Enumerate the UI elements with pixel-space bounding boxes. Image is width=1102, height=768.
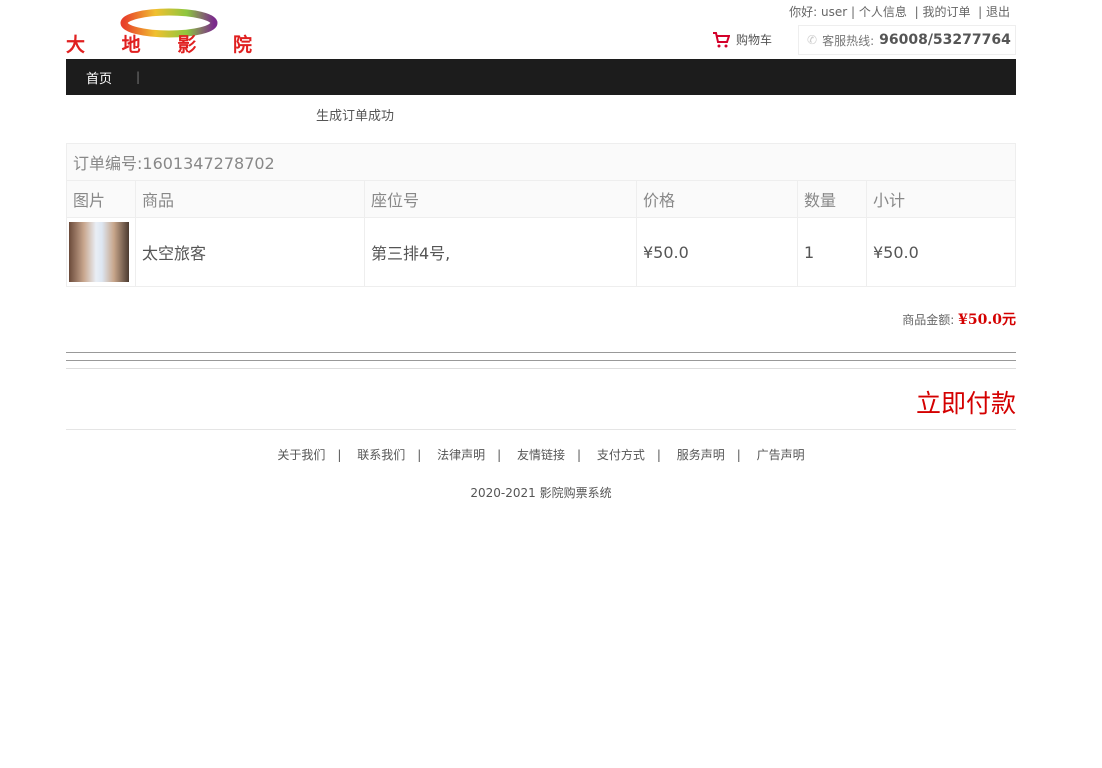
col-quantity: 数量 [797, 180, 867, 218]
total-value: ¥50.0元 [958, 312, 1016, 328]
col-image: 图片 [66, 180, 136, 218]
nav-separator: | [136, 70, 141, 84]
seat: 第三排4号, [364, 217, 637, 287]
cart-label: 购物车 [736, 33, 773, 47]
my-orders-link[interactable]: 我的订单 [922, 5, 970, 19]
order-table: 订单编号:1601347278702 图片 商品 座位号 价格 数量 小计 太空… [66, 143, 1016, 287]
col-seat: 座位号 [364, 180, 637, 218]
footer-links: 关于我们 | 联系我们 | 法律声明 | 友情链接 | 支付方式 | 服务声明 | 广告声明 [0, 446, 1082, 463]
table-row: 太空旅客 第三排4号, ¥50.0 1 ¥50.0 [66, 217, 1016, 287]
col-product: 商品 [135, 180, 365, 218]
movie-poster[interactable] [69, 222, 129, 282]
footer-link-about[interactable]: 关于我们 [277, 448, 325, 462]
divider [66, 360, 1016, 361]
separator: | [577, 448, 582, 462]
col-subtotal: 小计 [866, 180, 1016, 218]
order-number: 订单编号:1601347278702 [66, 143, 1016, 181]
footer-link-friends[interactable]: 友情链接 [517, 448, 565, 462]
logout-link[interactable]: 退出 [986, 5, 1010, 19]
footer-link-legal[interactable]: 法律声明 [437, 448, 485, 462]
profile-link[interactable]: 个人信息 [859, 5, 907, 19]
divider [66, 368, 1016, 369]
cart-icon [713, 31, 730, 47]
footer-link-service[interactable]: 服务声明 [677, 448, 725, 462]
separator: | [417, 448, 422, 462]
price: ¥50.0 [636, 217, 798, 287]
total-label: 商品金额: [902, 313, 955, 327]
hotline-number: 96008/53277764 [879, 32, 1011, 48]
username-link[interactable]: user [821, 5, 847, 19]
separator: | [978, 5, 983, 19]
footer-link-ads[interactable]: 广告声明 [757, 448, 805, 462]
main-nav: 首页 | [66, 59, 1016, 95]
quantity: 1 [797, 217, 867, 287]
footer-link-payment[interactable]: 支付方式 [597, 448, 645, 462]
separator: | [914, 5, 919, 19]
logo[interactable]: 大地影院 [66, 8, 254, 54]
divider [66, 352, 1016, 353]
subtotal: ¥50.0 [866, 217, 1016, 287]
hotline-label: 客服热线: [822, 33, 875, 48]
separator: | [736, 448, 741, 462]
success-message: 生成订单成功 [316, 109, 395, 124]
product-name: 太空旅客 [135, 217, 365, 287]
pay-now-button[interactable]: 立即付款 [916, 384, 1016, 420]
separator: | [337, 448, 342, 462]
top-user-bar: 你好: user | 个人信息 | 我的订单 | 退出 [789, 3, 1010, 20]
divider [66, 429, 1016, 430]
cart-link[interactable]: 购物车 [712, 31, 772, 48]
phone-icon: ✆ [807, 33, 818, 47]
footer-link-contact[interactable]: 联系我们 [357, 448, 405, 462]
separator: | [656, 448, 661, 462]
greeting: 你好: [789, 5, 818, 19]
separator: | [851, 5, 856, 19]
col-price: 价格 [636, 180, 798, 218]
total-amount: 商品金额: ¥50.0元 [902, 309, 1016, 329]
separator: | [497, 448, 502, 462]
copyright: 2020-2021 影院购票系统 [470, 486, 612, 500]
hotline: ✆ 客服热线: 96008/53277764 [798, 25, 1016, 55]
nav-home[interactable]: 首页 [86, 68, 112, 87]
